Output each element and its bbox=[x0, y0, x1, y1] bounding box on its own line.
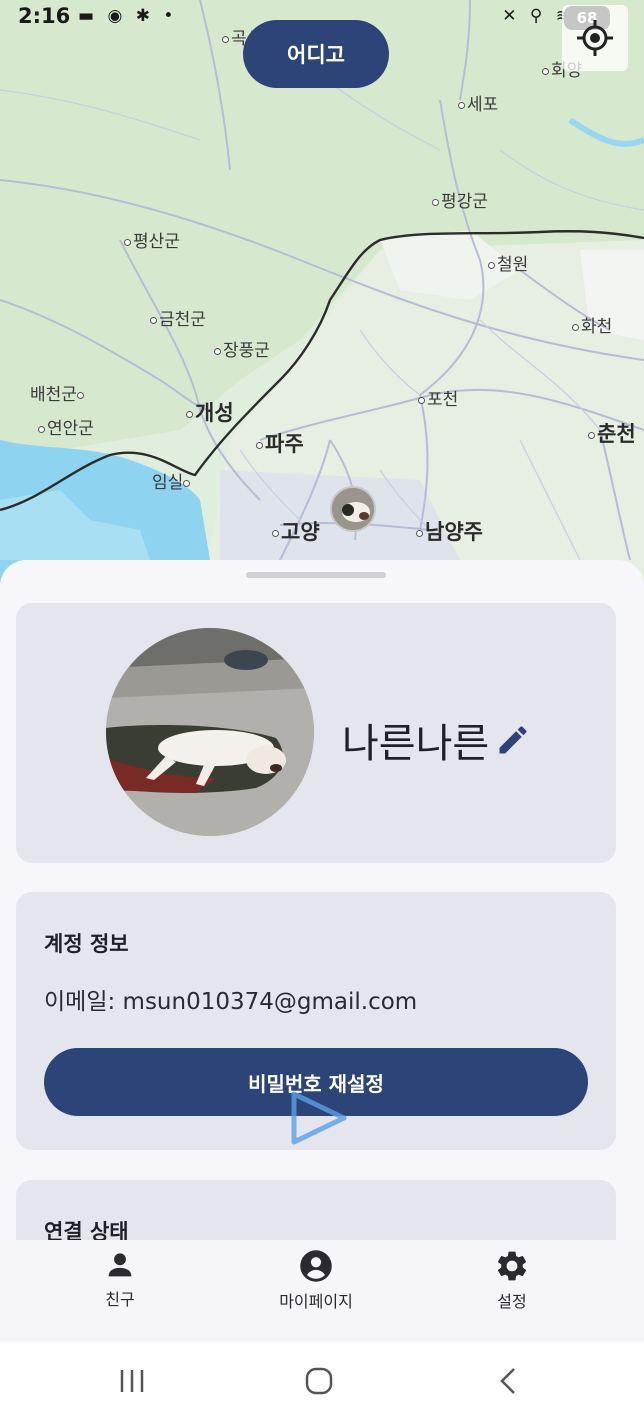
nav-mypage-label: 마이페이지 bbox=[279, 1292, 353, 1311]
location-icon: ⚲ bbox=[529, 6, 547, 26]
map-background bbox=[0, 0, 644, 600]
map-label: 춘천 bbox=[588, 418, 636, 448]
back-icon[interactable] bbox=[494, 1366, 522, 1396]
map-label: 장풍군 bbox=[214, 336, 270, 361]
recent-apps-icon[interactable] bbox=[116, 1366, 148, 1396]
person-icon bbox=[108, 1253, 132, 1277]
account-info-title: 계정 정보 bbox=[44, 932, 129, 956]
friend-avatar-image bbox=[332, 488, 374, 530]
dot-icon: • bbox=[163, 6, 178, 26]
dog-photo bbox=[106, 628, 314, 836]
friend-location-marker[interactable] bbox=[330, 486, 376, 532]
map-label: 금천군 bbox=[150, 305, 206, 330]
edit-pencil-icon[interactable] bbox=[495, 722, 531, 758]
map-label: 평산군 bbox=[124, 227, 180, 252]
nav-friends[interactable]: 친구 bbox=[50, 1248, 190, 1310]
map-label: 평강군 bbox=[432, 187, 488, 212]
chat-icon: ▬ bbox=[78, 6, 99, 26]
map-label: 철원 bbox=[488, 250, 528, 275]
nav-friends-label: 친구 bbox=[105, 1290, 135, 1309]
nav-settings[interactable]: 설정 bbox=[442, 1248, 582, 1312]
bottom-navigation: 친구 마이페이지 설정 bbox=[0, 1240, 644, 1342]
status-notification-icons: ▬ ◉ ✱ • bbox=[78, 6, 177, 26]
nav-mypage[interactable]: 마이페이지 bbox=[246, 1248, 386, 1312]
map-label: 고양 bbox=[272, 516, 320, 546]
map-label: 포천 bbox=[418, 385, 458, 410]
username-row: 나른나른 bbox=[342, 711, 531, 769]
email-text: 이메일: msun010374@gmail.com bbox=[44, 989, 418, 1015]
map-label: 개성 bbox=[186, 397, 234, 427]
map-label: 파주 bbox=[256, 428, 304, 458]
system-navigation-bar bbox=[0, 1342, 644, 1418]
play-icon bbox=[286, 1088, 350, 1152]
map-label: 임실 bbox=[152, 468, 192, 493]
map-label: 배천군 bbox=[30, 380, 86, 405]
home-icon[interactable] bbox=[303, 1366, 335, 1396]
map-view[interactable]: 곡산 회양 세포 평강군 평산군 철원 금천군 화천 장풍군 배천군 포천 개성… bbox=[0, 0, 644, 600]
profile-avatar[interactable] bbox=[106, 628, 314, 836]
my-location-button[interactable] bbox=[562, 5, 628, 71]
map-label: 화천 bbox=[572, 312, 612, 337]
crosshair-icon bbox=[577, 20, 613, 56]
gear-icon bbox=[497, 1251, 527, 1281]
sheet-drag-handle[interactable] bbox=[246, 572, 386, 578]
nav-settings-label: 설정 bbox=[497, 1292, 527, 1311]
account-circle-icon bbox=[300, 1250, 332, 1282]
username-text: 나른나른 bbox=[342, 721, 490, 767]
mute-icon: ✕ bbox=[502, 6, 521, 26]
map-label: 연안군 bbox=[38, 414, 94, 439]
camera-icon: ◉ bbox=[107, 6, 127, 26]
map-label: 남양주 bbox=[416, 516, 483, 546]
status-time: 2:16 bbox=[18, 4, 71, 28]
profile-card: 나른나른 bbox=[16, 603, 616, 863]
signal-icon: ✱ bbox=[135, 6, 154, 26]
map-label: 세포 bbox=[458, 90, 498, 115]
app-title-button[interactable]: 어디고 bbox=[243, 20, 389, 88]
